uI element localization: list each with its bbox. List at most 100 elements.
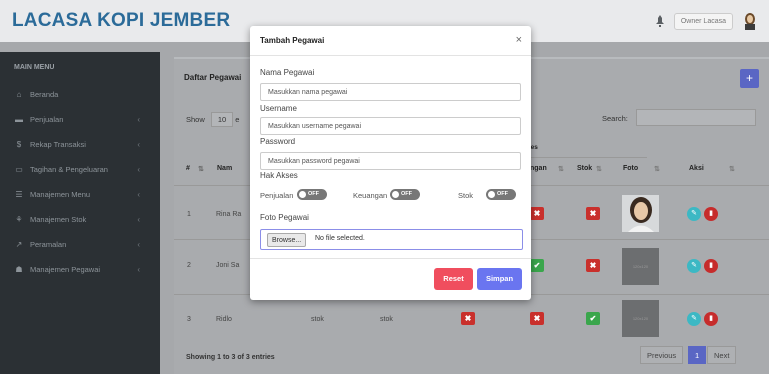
add-employee-modal: Tambah Pegawai × Nama Pegawai Masukkan n…	[250, 26, 531, 300]
users-icon: ☗	[15, 265, 23, 274]
close-icon[interactable]: ×	[516, 34, 522, 46]
table-info: Showing 1 to 3 of 3 entries	[186, 354, 275, 361]
chevron-left-icon: ‹	[137, 115, 140, 124]
delete-icon[interactable]: ▮	[704, 207, 718, 221]
sort-icon: ⇅	[558, 166, 564, 173]
toggle-knob	[392, 191, 399, 198]
sidebar-item-label: Manajemen Stok	[30, 215, 87, 224]
bell-icon[interactable]	[655, 15, 664, 27]
search-label: Search:	[602, 114, 628, 123]
user-menu-button[interactable]: Owner Lacasa	[673, 12, 733, 30]
sort-icon: ⇅	[654, 166, 660, 173]
top-right-actions: Owner Lacasa	[655, 0, 757, 42]
row-password: stok	[380, 316, 393, 323]
save-button[interactable]: Simpan	[477, 268, 522, 290]
menu-book-icon: ☰	[15, 190, 23, 199]
sidebar-item-peramalan[interactable]: ↗ Peramalan ‹	[0, 232, 160, 257]
nama-input[interactable]: Masukkan nama pegawai	[260, 83, 521, 101]
browse-button[interactable]: Browse...	[267, 233, 307, 247]
penjualan-toggle[interactable]: OFF	[297, 189, 327, 200]
username-input[interactable]: Masukkan username pegawai	[260, 117, 521, 135]
sidebar-item-rekap-transaksi[interactable]: $ Rekap Transaksi ‹	[0, 132, 160, 157]
employee-photo	[622, 195, 659, 232]
chevron-left-icon: ‹	[137, 215, 140, 224]
sort-icon: ⇅	[198, 166, 204, 173]
toggle-label-penjualan: Penjualan	[260, 191, 294, 200]
toggle-label-keuangan: Keuangan	[353, 191, 388, 200]
pagination-page-1[interactable]: 1	[688, 346, 707, 364]
add-employee-button[interactable]: +	[740, 69, 759, 88]
chevron-left-icon: ‹	[137, 265, 140, 274]
show-entries: Show 10 e	[186, 112, 239, 127]
pagination-previous[interactable]: Previous	[640, 346, 684, 364]
show-suffix: e	[235, 115, 240, 124]
nama-label: Nama Pegawai	[260, 68, 315, 77]
sidebar-item-label: Manajemen Menu	[30, 190, 91, 199]
col-no[interactable]: #	[186, 165, 190, 172]
row-number: 2	[187, 262, 191, 269]
sidebar-item-tagihan-pengeluaran[interactable]: ▭ Tagihan & Pengeluaran ‹	[0, 157, 160, 182]
sidebar-item-manajemen-pegawai[interactable]: ☗ Manajemen Pegawai ‹	[0, 257, 160, 282]
access-rights-header: ses	[527, 140, 647, 158]
sidebar-item-label: Beranda	[30, 90, 59, 99]
col-foto[interactable]: Foto	[623, 165, 638, 172]
keuangan-enabled-icon: ✔	[530, 259, 544, 272]
sidebar-heading: MAIN MENU	[14, 64, 55, 71]
col-keuangan[interactable]: ngan	[530, 165, 547, 172]
chevron-left-icon: ‹	[137, 190, 140, 199]
col-nama[interactable]: Nam	[217, 165, 232, 172]
user-avatar[interactable]	[743, 12, 757, 30]
stok-disabled-icon: ✖	[586, 207, 600, 220]
home-icon: ⌂	[16, 90, 22, 99]
stok-disabled-icon: ✖	[586, 259, 600, 272]
password-label: Password	[260, 137, 296, 146]
edit-icon[interactable]: ✎	[687, 207, 701, 221]
edit-icon[interactable]: ✎	[687, 312, 701, 326]
search-input[interactable]	[636, 109, 756, 126]
edit-icon[interactable]: ✎	[687, 259, 701, 273]
stok-toggle[interactable]: OFF	[486, 189, 516, 200]
row-number: 1	[187, 211, 191, 218]
sidebar-item-label: Rekap Transaksi	[30, 140, 86, 149]
sidebar-item-penjualan[interactable]: ▬ Penjualan ‹	[0, 107, 160, 132]
sidebar-item-label: Penjualan	[30, 115, 64, 124]
password-input[interactable]: Masukkan password pegawai	[260, 152, 521, 170]
photo-file-input[interactable]: Browse... No file selected.	[260, 229, 523, 250]
row-name: Rina Ra	[216, 211, 242, 218]
toggle-state: OFF	[401, 191, 412, 197]
delete-icon[interactable]: ▮	[704, 312, 718, 326]
reset-button[interactable]: Reset	[434, 268, 473, 290]
row-username: stok	[311, 316, 324, 323]
access-rights-label: Hak Akses	[260, 171, 298, 180]
photo-label: Foto Pegawai	[260, 213, 309, 222]
col-aksi[interactable]: Aksi	[689, 165, 704, 172]
chart-icon: ↗	[15, 240, 23, 249]
col-stok[interactable]: Stok	[577, 165, 592, 172]
panel-title: Daftar Pegawai	[184, 73, 242, 82]
sidebar-item-manajemen-stok[interactable]: ⚘ Manajemen Stok ‹	[0, 207, 160, 232]
sidebar-item-label: Manajemen Pegawai	[30, 265, 101, 274]
modal-title: Tambah Pegawai	[260, 36, 325, 45]
penjualan-disabled-icon: ✖	[461, 312, 475, 325]
divider	[250, 55, 531, 56]
sidebar: MAIN MENU ⌂ Beranda ▬ Penjualan ‹ $ Rekap Tran…	[0, 52, 160, 374]
sort-icon: ⇅	[596, 166, 602, 173]
stock-icon: ⚘	[15, 215, 23, 224]
sidebar-item-beranda[interactable]: ⌂ Beranda	[0, 82, 160, 107]
card-icon: ▭	[15, 165, 23, 174]
brand-logo-text[interactable]: LACASA KOPI JEMBER	[12, 10, 230, 32]
row-number: 3	[187, 316, 191, 323]
toggle-knob	[488, 191, 495, 198]
delete-icon[interactable]: ▮	[704, 259, 718, 273]
sidebar-item-manajemen-menu[interactable]: ☰ Manajemen Menu ‹	[0, 182, 160, 207]
sidebar-item-label: Tagihan & Pengeluaran	[30, 165, 108, 174]
toggle-label-stok: Stok	[458, 191, 474, 200]
chevron-left-icon: ‹	[137, 240, 140, 249]
sort-icon: ⇅	[729, 166, 735, 173]
pagination-next[interactable]: Next	[707, 346, 737, 364]
photo-placeholder: 120x120	[622, 300, 659, 337]
show-entries-select[interactable]: 10	[210, 112, 234, 127]
file-status: No file selected.	[315, 235, 365, 242]
stok-enabled-icon: ✔	[586, 312, 600, 325]
keuangan-toggle[interactable]: OFF	[390, 189, 420, 200]
